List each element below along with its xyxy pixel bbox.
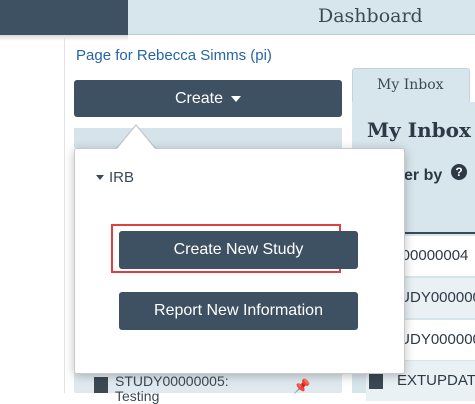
create-new-study-button[interactable]: Create New Study	[119, 231, 358, 269]
left-list-item-subtitle: Testing	[115, 388, 160, 404]
report-new-information-button[interactable]: Report New Information	[119, 292, 358, 330]
caret-down-icon	[96, 175, 104, 180]
create-button-label: Create	[174, 89, 224, 107]
chevron-down-icon	[231, 95, 242, 102]
left-panel-header	[74, 128, 342, 148]
pin-icon[interactable]: 📌	[293, 378, 310, 395]
create-button[interactable]: Create	[74, 80, 342, 117]
inbox-heading: My Inbox	[367, 118, 471, 142]
irb-section-label: IRB	[109, 169, 135, 186]
document-icon	[369, 373, 383, 389]
popover-arrow-fill	[117, 126, 155, 149]
help-icon[interactable]: ?	[451, 164, 467, 180]
row-id[interactable]: EXTUPDATE00000001	[397, 372, 475, 389]
irb-section-toggle[interactable]: IRB	[96, 169, 134, 186]
topbar	[128, 0, 475, 35]
dashboard-title[interactable]: Dashboard	[318, 5, 423, 27]
tab-my-inbox-label[interactable]: My Inbox	[377, 77, 444, 93]
topbar-left-segment	[0, 0, 128, 35]
document-icon	[94, 377, 108, 393]
left-divider	[64, 35, 65, 393]
page-for-user-link[interactable]: Page for Rebecca Simms (pi)	[76, 47, 272, 64]
left-list-item-title[interactable]: STUDY00000005:	[115, 373, 229, 389]
